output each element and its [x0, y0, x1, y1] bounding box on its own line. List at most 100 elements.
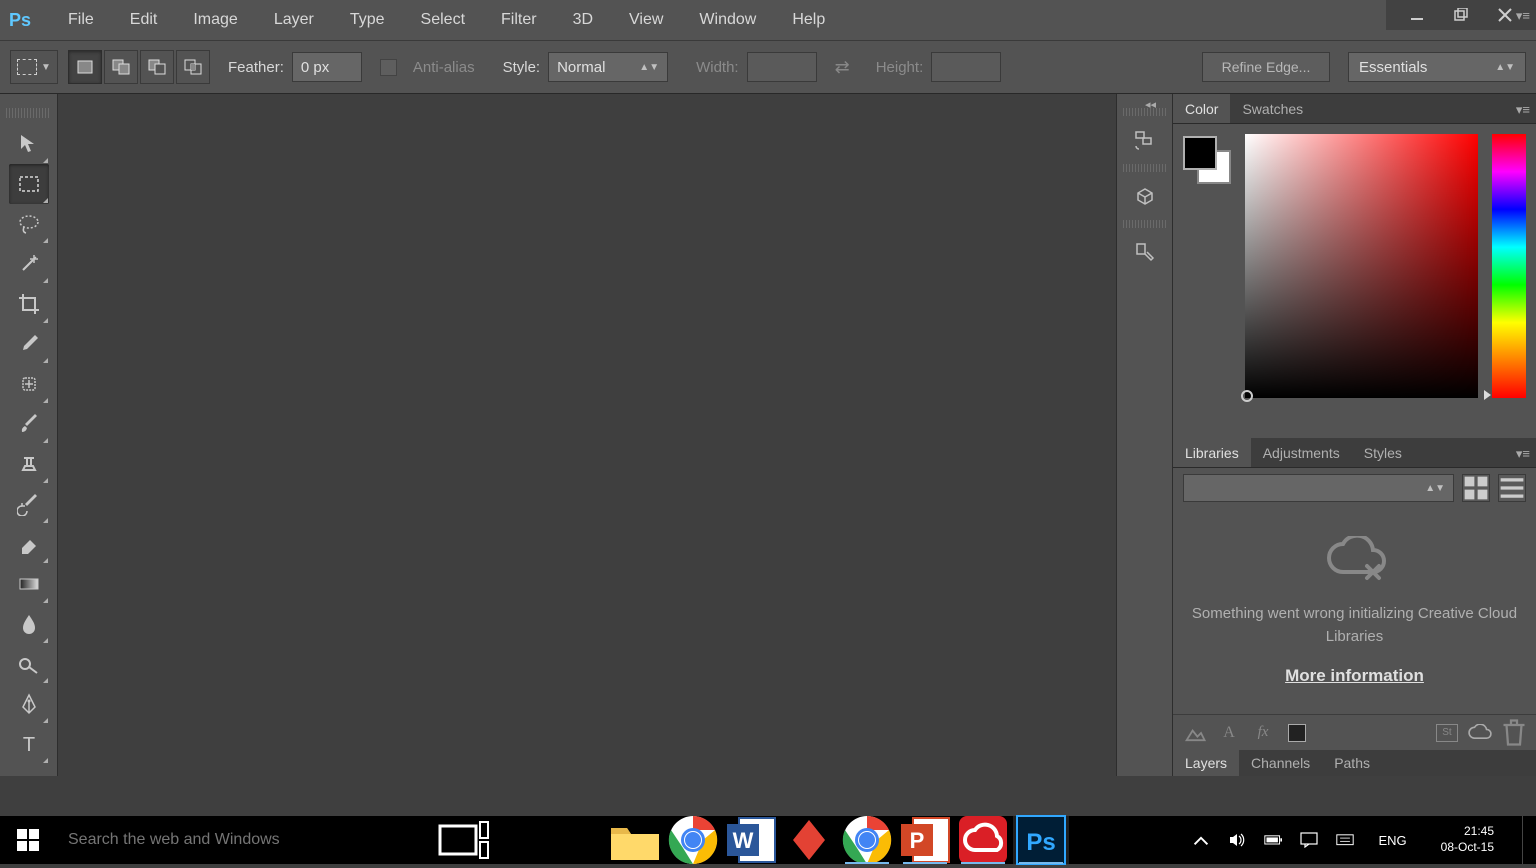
- fg-bg-swatch[interactable]: [1183, 136, 1231, 184]
- task-view-button[interactable]: [436, 816, 492, 864]
- panel-menu-icon[interactable]: ▾≡: [1516, 102, 1530, 118]
- libraries-panel: ▲▼ Something went wrong initializing Cre…: [1173, 468, 1536, 750]
- menu-edit[interactable]: Edit: [112, 0, 176, 40]
- creative-cloud-icon[interactable]: [955, 816, 1011, 864]
- move-tool[interactable]: [9, 124, 49, 164]
- panel-menu-icon[interactable]: ▾≡: [1516, 8, 1530, 24]
- word-icon[interactable]: W: [723, 816, 779, 864]
- show-desktop-button[interactable]: [1522, 816, 1528, 864]
- panel-grip[interactable]: [1123, 164, 1166, 172]
- adjustments-tab[interactable]: Adjustments: [1251, 438, 1352, 467]
- more-information-link[interactable]: More information: [1285, 666, 1424, 686]
- antialias-checkbox: [380, 59, 397, 76]
- clock-date: 08-Oct-15: [1441, 840, 1494, 856]
- menu-help[interactable]: Help: [774, 0, 843, 40]
- feather-label: Feather:: [228, 59, 284, 76]
- grid-view-button[interactable]: [1462, 474, 1490, 502]
- tool-preset-picker[interactable]: ▼: [10, 50, 58, 84]
- photoshop-taskbar-icon[interactable]: Ps: [1013, 816, 1069, 864]
- tools-panel: T: [0, 94, 58, 776]
- powerpoint-icon[interactable]: P: [897, 816, 953, 864]
- library-select[interactable]: ▲▼: [1183, 474, 1454, 502]
- chrome-icon[interactable]: [665, 816, 721, 864]
- add-color-icon: [1285, 721, 1309, 745]
- language-indicator[interactable]: ENG: [1372, 833, 1412, 848]
- battery-icon[interactable]: [1264, 831, 1282, 849]
- list-view-button[interactable]: [1498, 474, 1526, 502]
- style-select[interactable]: Normal ▲▼: [548, 52, 668, 82]
- volume-icon[interactable]: [1228, 831, 1246, 849]
- svg-text:Ps: Ps: [1027, 829, 1056, 856]
- start-button[interactable]: [0, 816, 56, 864]
- add-char-style-icon: A: [1217, 721, 1241, 745]
- clock[interactable]: 21:45 08-Oct-15: [1431, 824, 1504, 855]
- rectangular-marquee-tool[interactable]: [9, 164, 49, 204]
- new-selection-button[interactable]: [68, 50, 102, 84]
- color-panel-tabs: Color Swatches ▾≡: [1173, 94, 1536, 124]
- 3d-panel-icon[interactable]: [1125, 176, 1165, 216]
- brush-tool[interactable]: [9, 404, 49, 444]
- clock-time: 21:45: [1441, 824, 1494, 840]
- app-red-icon[interactable]: [781, 816, 837, 864]
- paths-tab[interactable]: Paths: [1322, 750, 1382, 776]
- menu-image[interactable]: Image: [175, 0, 255, 40]
- options-bar: ▼ Feather: Anti-alias Style: Normal ▲▼ W…: [0, 40, 1536, 94]
- libraries-tab[interactable]: Libraries: [1173, 438, 1251, 467]
- workspace-select[interactable]: Essentials ▲▼: [1348, 52, 1526, 82]
- menu-window[interactable]: Window: [681, 0, 774, 40]
- collapse-panels-icon[interactable]: ◂◂: [1145, 98, 1156, 111]
- minimize-icon[interactable]: [1408, 6, 1426, 24]
- menu-filter[interactable]: Filter: [483, 0, 555, 40]
- color-cursor-icon: [1241, 390, 1253, 402]
- dodge-tool[interactable]: [9, 644, 49, 684]
- crop-tool[interactable]: [9, 284, 49, 324]
- color-tab[interactable]: Color: [1173, 94, 1230, 123]
- menu-view[interactable]: View: [611, 0, 681, 40]
- styles-tab[interactable]: Styles: [1352, 438, 1414, 467]
- maximize-icon[interactable]: [1452, 6, 1470, 24]
- close-icon[interactable]: [1496, 6, 1514, 24]
- search-box[interactable]: [56, 816, 436, 864]
- feather-input[interactable]: [292, 52, 362, 82]
- clone-stamp-tool[interactable]: [9, 444, 49, 484]
- chrome-running-icon[interactable]: [839, 816, 895, 864]
- history-panel-icon[interactable]: [1125, 120, 1165, 160]
- add-selection-button[interactable]: [104, 50, 138, 84]
- subtract-selection-button[interactable]: [140, 50, 174, 84]
- properties-panel-icon[interactable]: [1125, 232, 1165, 272]
- search-input[interactable]: [68, 831, 436, 849]
- cloud-sync-icon: [1468, 721, 1492, 745]
- foreground-swatch[interactable]: [1183, 136, 1217, 170]
- intersect-selection-button[interactable]: [176, 50, 210, 84]
- eyedropper-tool[interactable]: [9, 324, 49, 364]
- menu-layer[interactable]: Layer: [256, 0, 332, 40]
- blur-tool[interactable]: [9, 604, 49, 644]
- type-tool[interactable]: T: [9, 724, 49, 764]
- layers-tab[interactable]: Layers: [1173, 750, 1239, 776]
- keyboard-icon[interactable]: [1336, 831, 1354, 849]
- eraser-tool[interactable]: [9, 524, 49, 564]
- lasso-tool[interactable]: [9, 204, 49, 244]
- panel-grip[interactable]: [6, 108, 51, 118]
- menu-3d[interactable]: 3D: [555, 0, 611, 40]
- tray-chevron-up-icon[interactable]: [1192, 831, 1210, 849]
- channels-tab[interactable]: Channels: [1239, 750, 1322, 776]
- panel-grip[interactable]: [1123, 220, 1166, 228]
- action-center-icon[interactable]: [1300, 831, 1318, 849]
- height-input: [931, 52, 1001, 82]
- spot-heal-tool[interactable]: [9, 364, 49, 404]
- history-brush-tool[interactable]: [9, 484, 49, 524]
- menu-select[interactable]: Select: [403, 0, 483, 40]
- menu-type[interactable]: Type: [332, 0, 403, 40]
- pen-tool[interactable]: [9, 684, 49, 724]
- gradient-tool[interactable]: [9, 564, 49, 604]
- hue-slider[interactable]: [1492, 134, 1526, 398]
- panel-menu-icon[interactable]: ▾≡: [1516, 446, 1530, 462]
- swatches-tab[interactable]: Swatches: [1230, 94, 1315, 123]
- color-field[interactable]: [1245, 134, 1478, 398]
- collapsed-panel-strip: [1116, 94, 1172, 776]
- menu-file[interactable]: File: [50, 0, 112, 40]
- magic-wand-tool[interactable]: [9, 244, 49, 284]
- file-explorer-icon[interactable]: [607, 816, 663, 864]
- antialias-label: Anti-alias: [413, 59, 475, 76]
